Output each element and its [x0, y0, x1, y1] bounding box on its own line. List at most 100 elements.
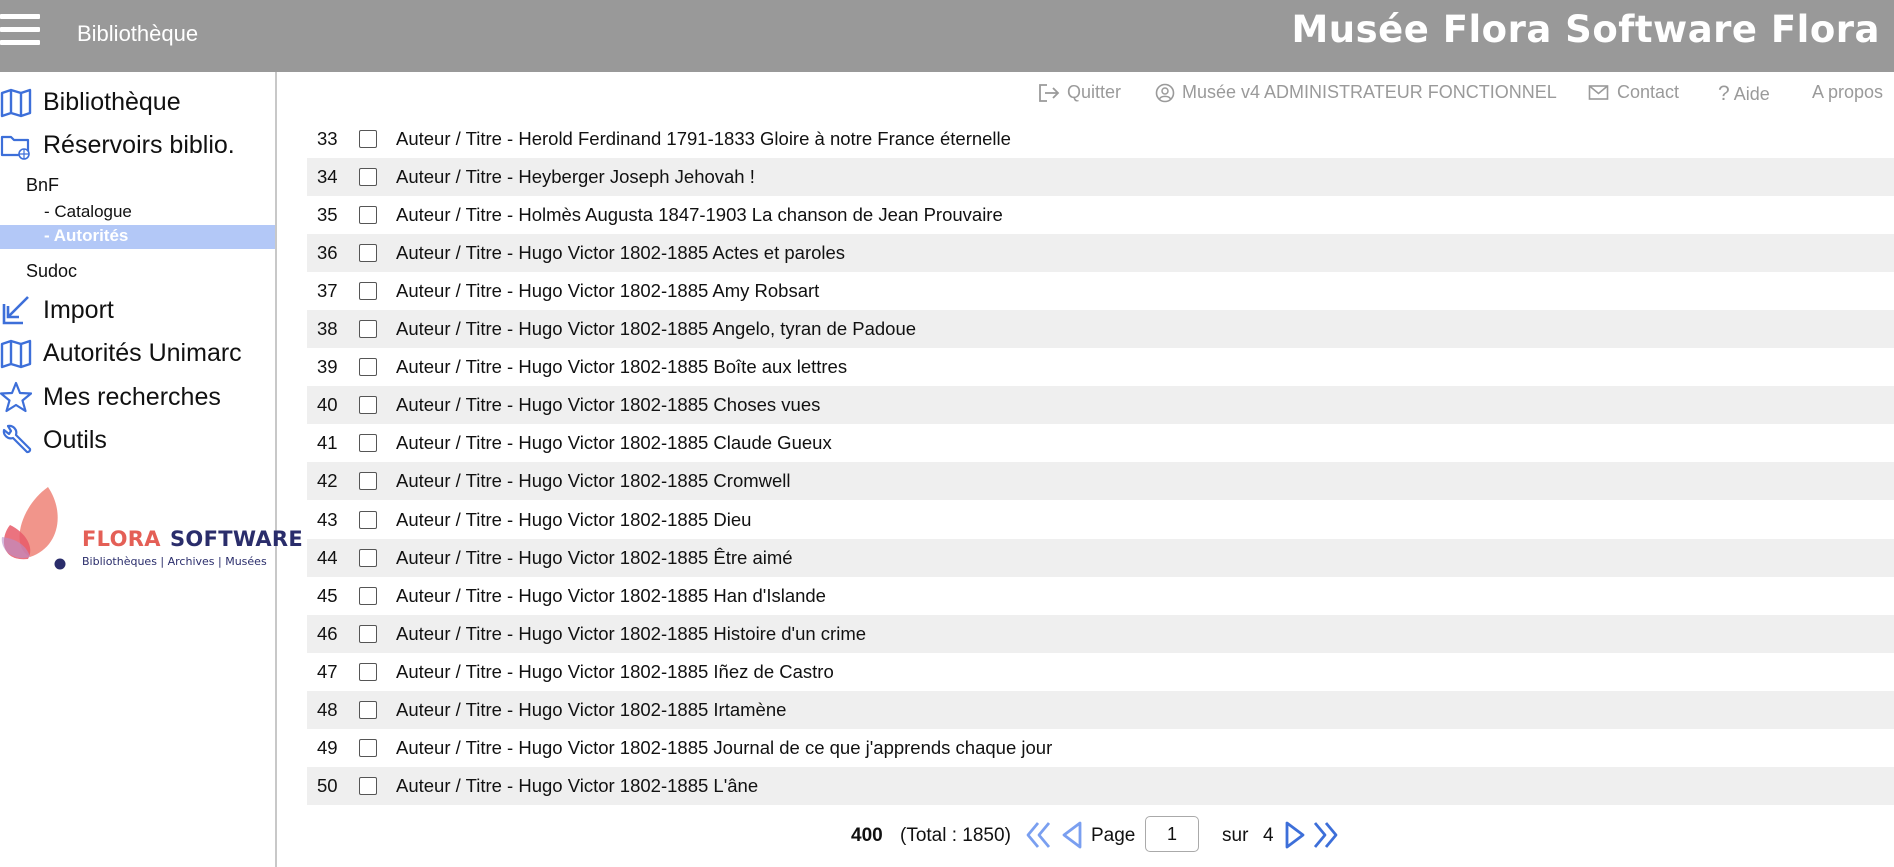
table-row[interactable]: 48 Auteur / Titre - Hugo Victor 1802-1885… [307, 690, 1894, 729]
logo-brand-flora: FLORA [82, 527, 161, 551]
first-page-icon[interactable] [1024, 820, 1054, 850]
book-icon [0, 88, 32, 118]
table-row[interactable]: 42 Auteur / Titre - Hugo Victor 1802-1885… [307, 462, 1894, 501]
import-arrow-icon [2, 296, 29, 325]
contact-button[interactable]: Contact [1588, 82, 1679, 103]
row-checkbox[interactable] [359, 586, 377, 605]
row-checkbox[interactable] [359, 168, 377, 187]
row-title-link[interactable]: Auteur / Titre - Herold Ferdinand 1791-1… [396, 128, 1011, 150]
star-icon [0, 381, 32, 413]
table-row[interactable]: 37 Auteur / Titre - Hugo Victor 1802-1885… [307, 272, 1894, 310]
row-title-link[interactable]: Auteur / Titre - Hugo Victor 1802-1885 B… [396, 356, 847, 378]
table-row[interactable]: 38 Auteur / Titre - Hugo Victor 1802-1885… [307, 310, 1894, 349]
row-checkbox[interactable] [359, 130, 377, 148]
row-title-link[interactable]: Auteur / Titre - Hugo Victor 1802-1885 D… [396, 509, 751, 531]
row-checkbox[interactable] [359, 434, 377, 453]
page-number-input[interactable] [1145, 816, 1199, 852]
about-label: A propos [1812, 82, 1884, 102]
sur-label: sur [1222, 825, 1249, 846]
table-row[interactable]: 34 Auteur / Titre - Heyberger Joseph Jeho… [307, 158, 1894, 197]
row-checkbox[interactable] [359, 472, 377, 491]
row-title-link[interactable]: Auteur / Titre - Hugo Victor 1802-1885 C… [396, 470, 791, 492]
sidebar-item-label: Mes recherches [43, 383, 221, 411]
total-pages: 4 [1263, 825, 1274, 846]
flora-flower-icon [1, 487, 66, 570]
row-checkbox[interactable] [359, 510, 377, 529]
row-checkbox[interactable] [359, 244, 377, 263]
row-title-link[interactable]: Auteur / Titre - Hugo Victor 1802-1885 A… [396, 318, 916, 340]
quit-button[interactable]: Quitter [1038, 82, 1121, 103]
row-checkbox[interactable] [359, 358, 377, 377]
sidebar-item-autorites-unimarc[interactable]: Autorités Unimarc [0, 333, 275, 373]
question-mark-icon: ? [1718, 82, 1730, 105]
table-row[interactable]: 49 Auteur / Titre - Hugo Victor 1802-1885… [307, 729, 1894, 767]
sidebar-item-bnf-autorites-active[interactable]: - Autorités [0, 225, 275, 249]
user-circle-icon [1155, 83, 1175, 102]
help-button[interactable]: ? Aide [1718, 82, 1770, 106]
sidebar-item-bnf-catalogue[interactable]: - Catalogue [44, 202, 132, 222]
row-title-link[interactable]: Auteur / Titre - Hugo Victor 1802-1885 A… [396, 242, 845, 264]
row-title-link[interactable]: Auteur / Titre - Hugo Victor 1802-1885 Ê… [396, 547, 793, 569]
sidebar-item-import[interactable]: Import [0, 290, 275, 330]
table-row[interactable]: 33 Auteur / Titre - Herold Ferdinand 1791… [307, 120, 1894, 158]
row-title-link[interactable]: Auteur / Titre - Hugo Victor 1802-1885 L… [396, 775, 758, 797]
table-row[interactable]: 39 Auteur / Titre - Hugo Victor 1802-1885… [307, 348, 1894, 386]
row-checkbox[interactable] [359, 548, 377, 567]
row-number: 33 [317, 128, 338, 149]
row-number: 38 [317, 318, 338, 340]
table-row[interactable]: 45 Auteur / Titre - Hugo Victor 1802-1885… [307, 577, 1894, 615]
row-number: 41 [317, 432, 338, 454]
envelope-icon [1588, 84, 1609, 100]
user-account-link[interactable]: Musée v4 ADMINISTRATEUR FONCTIONNEL [1155, 82, 1557, 103]
row-checkbox[interactable] [359, 282, 377, 301]
row-title-link[interactable]: Auteur / Titre - Holmès Augusta 1847-190… [396, 204, 1003, 226]
row-number: 34 [317, 166, 338, 188]
contact-label: Contact [1617, 82, 1680, 102]
last-page-icon[interactable] [1310, 820, 1340, 850]
row-checkbox[interactable] [359, 738, 377, 757]
sidebar-item-mes-recherches[interactable]: Mes recherches [0, 377, 275, 417]
table-row[interactable]: 41 Auteur / Titre - Hugo Victor 1802-1885… [307, 424, 1894, 462]
row-title-link[interactable]: Auteur / Titre - Hugo Victor 1802-1885 C… [396, 394, 820, 416]
sidebar-item-bnf[interactable]: BnF [26, 175, 59, 196]
next-page-icon[interactable] [1281, 820, 1307, 850]
row-checkbox[interactable] [359, 776, 377, 795]
table-row[interactable]: 47 Auteur / Titre - Hugo Victor 1802-1885… [307, 653, 1894, 691]
header-title: Musée Flora Software Flora [1291, 8, 1880, 51]
table-row[interactable]: 44 Auteur / Titre - Hugo Victor 1802-1885… [307, 538, 1894, 577]
row-title-link[interactable]: Auteur / Titre - Hugo Victor 1802-1885 I… [396, 661, 834, 683]
row-checkbox[interactable] [359, 662, 377, 681]
table-row[interactable]: 50 Auteur / Titre - Hugo Victor 1802-1885… [307, 766, 1894, 805]
row-number: 45 [317, 584, 338, 606]
row-checkbox[interactable] [359, 624, 377, 643]
row-title-link[interactable]: Auteur / Titre - Hugo Victor 1802-1885 A… [396, 280, 819, 302]
quit-label: Quitter [1067, 82, 1122, 102]
previous-page-icon[interactable] [1060, 820, 1086, 850]
table-row[interactable]: 46 Auteur / Titre - Hugo Victor 1802-1885… [307, 614, 1894, 653]
row-checkbox[interactable] [359, 320, 377, 339]
sidebar-item-reservoirs[interactable]: Réservoirs biblio. [0, 125, 275, 165]
sidebar-item-label: Import [43, 296, 114, 324]
table-row[interactable]: 43 Auteur / Titre - Hugo Victor 1802-1885… [307, 501, 1894, 539]
table-row[interactable]: 35 Auteur / Titre - Holmès Augusta 1847-1… [307, 196, 1894, 234]
row-number: 35 [317, 204, 338, 226]
row-title-link[interactable]: Auteur / Titre - Hugo Victor 1802-1885 H… [396, 585, 826, 607]
hamburger-menu-icon[interactable] [0, 14, 40, 46]
row-title-link[interactable]: Auteur / Titre - Hugo Victor 1802-1885 H… [396, 623, 866, 645]
sidebar-item-sudoc[interactable]: Sudoc [26, 261, 77, 282]
pagination: 400 (Total : 1850) Page sur 4 [0, 815, 1894, 855]
table-row[interactable]: 36 Auteur / Titre - Hugo Victor 1802-1885… [307, 234, 1894, 273]
table-row[interactable]: 40 Auteur / Titre - Hugo Victor 1802-1885… [307, 386, 1894, 425]
result-count: 400 [851, 825, 883, 846]
row-checkbox[interactable] [359, 206, 377, 225]
row-checkbox[interactable] [359, 700, 377, 719]
row-title-link[interactable]: Auteur / Titre - Hugo Victor 1802-1885 I… [396, 699, 786, 721]
sidebar-item-bibliotheque[interactable]: Bibliothèque [0, 82, 275, 122]
row-title-link[interactable]: Auteur / Titre - Hugo Victor 1802-1885 J… [396, 737, 1052, 759]
about-link[interactable]: A propos [1812, 82, 1883, 103]
row-number: 42 [317, 470, 338, 492]
row-title-link[interactable]: Auteur / Titre - Hugo Victor 1802-1885 C… [396, 432, 832, 454]
row-title-link[interactable]: Auteur / Titre - Heyberger Joseph Jehova… [396, 166, 755, 188]
row-checkbox[interactable] [359, 396, 377, 415]
sidebar-item-outils[interactable]: Outils [0, 420, 275, 460]
